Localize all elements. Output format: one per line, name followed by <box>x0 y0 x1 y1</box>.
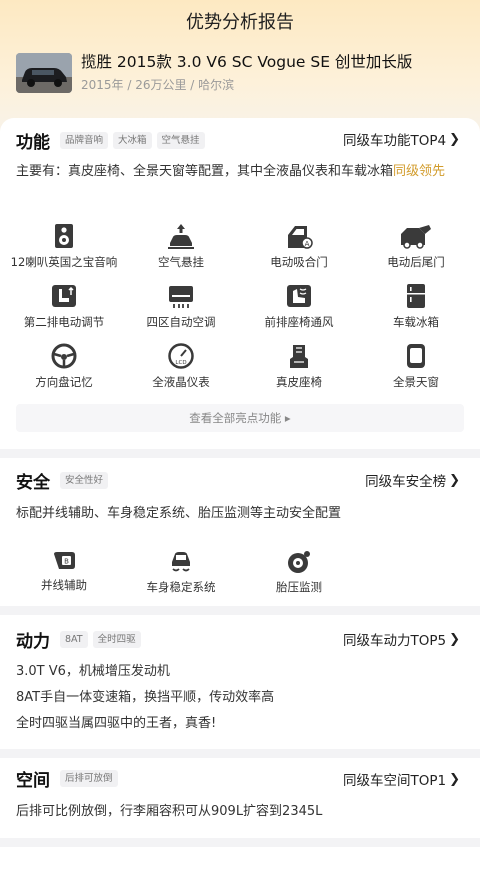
car-meta: 2015年 / 26万公里 / 哈尔滨 <box>81 78 235 92</box>
chevron-right-icon: ❯ <box>449 771 460 787</box>
power-title: 动力 <box>16 632 50 652</box>
feature-label: 前排座椅通风 <box>264 315 334 329</box>
space-title: 空间 <box>16 771 50 791</box>
seat-ventilation-icon <box>287 285 311 307</box>
feature-label: 四区自动空调 <box>146 315 216 329</box>
safety-item[interactable]: 胎压监测 <box>239 550 359 595</box>
climate-control-icon <box>169 286 193 308</box>
safety-rank-link[interactable]: 同级车安全榜 ❯ <box>365 470 460 491</box>
space-section: 空间 后排可放倒 同级车空间TOP1 ❯ 后排可比例放倒，行李厢容积可从909L… <box>0 758 480 838</box>
steering-wheel-icon <box>51 343 77 369</box>
safety-section: 安全 安全性好 同级车安全榜 ❯ 标配并线辅助、车身稳定系统、胎压监测等主动安全… <box>0 458 480 606</box>
feature-item[interactable]: 12喇叭英国之宝音响 <box>4 223 124 270</box>
space-link-label: 同级车空间TOP1 <box>342 773 447 789</box>
feature-label: 电动吸合门 <box>270 255 328 269</box>
feature-label: 全液晶仪表 <box>152 375 210 389</box>
svg-text:A: A <box>305 240 310 248</box>
lane-assist-icon: B <box>54 552 75 569</box>
panoramic-sunroof-icon <box>407 344 425 368</box>
fridge-icon <box>407 284 425 308</box>
view-all-features-button[interactable]: 查看全部亮点功能 ▸ <box>16 404 464 432</box>
chevron-right-icon: ❯ <box>449 472 460 488</box>
feature-item[interactable]: 方向盘记忆 <box>4 343 124 390</box>
feature-item[interactable]: 第二排电动调节 <box>4 283 124 330</box>
power-line: 3.0T V6，机械增压发动机 <box>16 664 170 679</box>
space-description: 后排可比例放倒，行李厢容积可从909L扩容到2345L <box>16 804 323 819</box>
safety-tag: 安全性好 <box>60 472 109 489</box>
function-tag: 空气悬挂 <box>156 132 205 149</box>
feature-label: 真皮座椅 <box>276 375 322 389</box>
feature-label: 方向盘记忆 <box>35 375 93 389</box>
function-tag: 品牌音响 <box>60 132 109 149</box>
page-title: 优势分析报告 <box>186 12 294 33</box>
feature-item[interactable]: 空气悬挂 <box>121 223 241 270</box>
power-link-label: 同级车动力TOP5 <box>342 633 447 649</box>
feature-label: 全景天窗 <box>393 375 439 389</box>
chevron-right-icon: ❯ <box>449 631 460 647</box>
function-description: 主要有：真皮座椅、全景天窗等配置，其中全液晶仪表和车载冰箱同级领先 <box>16 160 464 183</box>
svg-text:LCD: LCD <box>175 360 186 366</box>
function-desc-highlight: 同级领先 <box>393 164 446 179</box>
soft-close-door-icon: A <box>288 226 313 249</box>
car-title: 揽胜 2015款 3.0 V6 SC Vogue SE 创世加长版 <box>81 53 413 71</box>
safety-link-label: 同级车安全榜 <box>365 474 447 490</box>
function-title: 功能 <box>16 133 50 153</box>
safety-description: 标配并线辅助、车身稳定系统、胎压监测等主动安全配置 <box>16 506 342 521</box>
power-tag: 8AT <box>60 631 88 648</box>
power-top-link[interactable]: 同级车动力TOP5 ❯ <box>342 629 460 650</box>
function-link-label: 同级车功能TOP4 <box>342 133 447 149</box>
feature-item[interactable]: 车载冰箱 <box>356 283 476 330</box>
feature-label: 电动后尾门 <box>387 255 445 269</box>
safety-label: 并线辅助 <box>41 578 87 592</box>
space-top-link[interactable]: 同级车空间TOP1 ❯ <box>342 769 460 790</box>
safety-title: 安全 <box>16 473 50 493</box>
power-tag: 全时四驱 <box>92 631 141 648</box>
chevron-right-icon: ❯ <box>449 131 460 147</box>
leather-seat-icon <box>290 345 308 368</box>
tire-pressure-icon <box>288 551 310 573</box>
speaker-icon <box>55 224 73 248</box>
feature-item[interactable]: A 电动吸合门 <box>239 223 359 270</box>
rear-seat-adjust-icon <box>52 285 76 307</box>
feature-item[interactable]: 四区自动空调 <box>121 283 241 330</box>
feature-label: 车载冰箱 <box>393 315 439 329</box>
power-tailgate-icon <box>401 225 431 249</box>
feature-item[interactable]: 真皮座椅 <box>239 343 359 390</box>
svg-text:B: B <box>64 558 69 566</box>
power-line: 8AT手自一体变速箱，换挡平顺，传动效率高 <box>16 690 275 705</box>
feature-label: 空气悬挂 <box>158 255 204 269</box>
function-tag: 大冰箱 <box>113 132 152 149</box>
lcd-cluster-icon: LCD <box>168 343 194 369</box>
feature-item[interactable]: 电动后尾门 <box>356 223 476 270</box>
feature-item[interactable]: 前排座椅通风 <box>239 283 359 330</box>
function-section: 功能 品牌音响 大冰箱 空气悬挂 同级车功能TOP4 ❯ 主要有：真皮座椅、全景… <box>0 118 480 449</box>
safety-label: 车身稳定系统 <box>146 580 216 594</box>
feature-label: 第二排电动调节 <box>23 315 105 329</box>
air-suspension-icon <box>168 224 194 249</box>
next-section <box>0 847 480 881</box>
safety-item[interactable]: 车身稳定系统 <box>121 550 241 595</box>
feature-item[interactable]: LCD 全液晶仪表 <box>121 343 241 390</box>
stability-control-icon <box>172 552 190 572</box>
space-tag: 后排可放倒 <box>60 770 118 787</box>
car-thumbnail[interactable] <box>16 53 72 93</box>
power-line: 全时四驱当属四驱中的王者，真香! <box>16 716 217 731</box>
power-section: 动力 8AT 全时四驱 同级车动力TOP5 ❯ 3.0T V6，机械增压发动机 … <box>0 615 480 749</box>
safety-item[interactable]: B 并线辅助 <box>4 550 124 593</box>
function-desc-text: 主要有：真皮座椅、全景天窗等配置，其中全液晶仪表和车载冰箱 <box>16 164 394 179</box>
feature-label: 12喇叭英国之宝音响 <box>10 255 118 269</box>
feature-item[interactable]: 全景天窗 <box>356 343 476 390</box>
power-details: 3.0T V6，机械增压发动机 8AT手自一体变速箱，换挡平顺，传动效率高 全时… <box>16 659 274 737</box>
safety-label: 胎压监测 <box>276 580 322 594</box>
function-top-link[interactable]: 同级车功能TOP4 ❯ <box>342 129 460 150</box>
